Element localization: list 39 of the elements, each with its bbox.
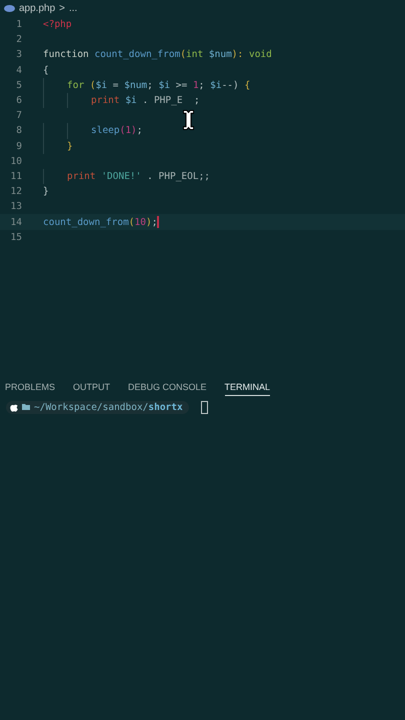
code-line: for ($i = $num; $i >= 1; $i--) {: [67, 80, 250, 91]
text-caret: [157, 216, 160, 228]
text-cursor-icon: [183, 110, 194, 130]
line-number: 12: [10, 186, 22, 198]
line-number: 15: [10, 232, 22, 243]
code-line: print 'DONE!' . PHP_EOL;;: [67, 170, 210, 182]
apple-icon: [10, 402, 18, 412]
code-line: <?php: [43, 19, 72, 30]
folder-icon: [22, 404, 30, 410]
file-name[interactable]: app.php: [19, 3, 56, 14]
line-number: 8: [15, 125, 22, 136]
code-line: {: [43, 64, 49, 76]
terminal-path: ~/Workspace/sandbox/shortx: [34, 402, 183, 412]
line-number: 1: [15, 19, 22, 30]
line-number: 13: [10, 201, 22, 212]
line-number: 7: [15, 110, 22, 122]
code-line: print $i . PHP_E ;: [91, 95, 200, 106]
breadcrumb-separator: >: [59, 3, 65, 14]
panel-tab[interactable]: DEBUG CONSOLE: [128, 378, 207, 396]
code-line: count_down_from(10);: [43, 216, 158, 228]
breadcrumb-item[interactable]: ...: [69, 3, 78, 14]
panel-tab[interactable]: OUTPUT: [73, 378, 110, 396]
line-number: 3: [15, 49, 22, 60]
panel-tab[interactable]: PROBLEMS: [5, 378, 56, 396]
code-line: }: [43, 186, 49, 198]
line-number: 6: [15, 95, 22, 106]
line-number: 14: [10, 216, 22, 228]
php-file-icon: [4, 5, 15, 12]
panel-tab[interactable]: TERMINAL: [224, 378, 270, 396]
line-number: 5: [15, 80, 22, 91]
line-number: 4: [15, 64, 22, 76]
code-line: sleep(1);: [91, 125, 143, 136]
line-number: 9: [15, 140, 22, 152]
line-number: 2: [15, 34, 22, 46]
line-number: 11: [10, 170, 22, 182]
terminal-cursor: [200, 400, 208, 414]
line-number: 10: [10, 156, 22, 167]
code-line: }: [67, 140, 73, 152]
code-line: function count_down_from(int $num): void: [43, 49, 272, 60]
